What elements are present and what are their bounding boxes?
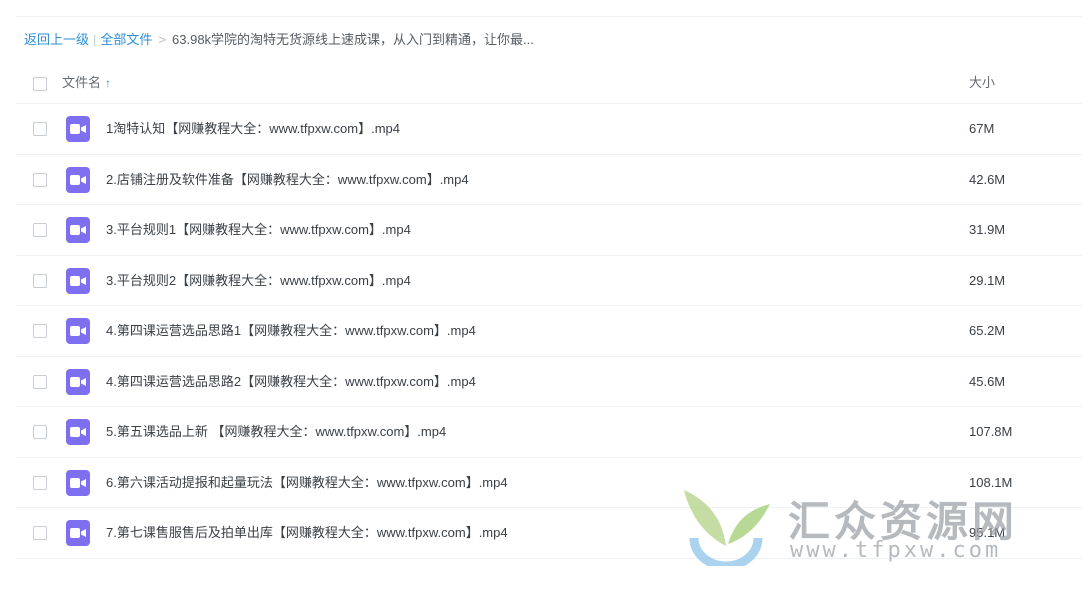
video-file-icon <box>66 520 90 546</box>
file-size: 108.1M <box>969 474 1013 490</box>
file-name[interactable]: 3.平台规则2【网赚教程大全：www.tfpxw.com】.mp4 <box>106 272 411 290</box>
file-size: 65.2M <box>969 323 1006 338</box>
file-browser: 返回上一级 | 全部文件 >63.98k学院的淘特无货源线上速成课，从入门到精通，让你… <box>4 0 1082 610</box>
file-size: 95.1M <box>969 525 1006 540</box>
video-file-icon <box>66 217 90 243</box>
all-files-link[interactable]: 全部文件 <box>100 32 152 47</box>
file-size: 107.8M <box>969 424 1013 439</box>
column-header-name-label: 文件名 <box>62 75 102 90</box>
table-row[interactable]: 5.第五课选品上新 【网赚教程大全：www.tfpxw.com】.mp4 107… <box>16 407 1082 458</box>
video-file-icon <box>66 116 90 142</box>
file-size: 29.1M <box>969 272 1006 288</box>
video-file-icon <box>66 419 90 445</box>
row-checkbox[interactable] <box>33 223 47 237</box>
current-folder: 63.98k学院的淘特无货源线上速成课，从入门到精通，让你最... <box>172 32 534 47</box>
row-checkbox[interactable] <box>33 324 47 338</box>
file-name[interactable]: 7.第七课售服售后及拍单出库【网赚教程大全：www.tfpxw.com】.mp4 <box>106 524 508 542</box>
row-checkbox[interactable] <box>33 425 47 439</box>
file-size: 31.9M <box>969 222 1006 237</box>
file-size: 42.6M <box>969 171 1006 187</box>
row-checkbox[interactable] <box>33 475 47 490</box>
file-name[interactable]: 2.店铺注册及软件准备【网赚教程大全：www.tfpxw.com】.mp4 <box>106 171 469 189</box>
table-row[interactable]: 4.第四课运营选品思路1【网赚教程大全：www.tfpxw.com】.mp4 6… <box>16 306 1082 357</box>
video-file-icon <box>66 318 90 344</box>
table-row[interactable]: 2.店铺注册及软件准备【网赚教程大全：www.tfpxw.com】.mp4 42… <box>16 155 1082 205</box>
file-name[interactable]: 5.第五课选品上新 【网赚教程大全：www.tfpxw.com】.mp4 <box>106 423 446 441</box>
file-size: 45.6M <box>969 373 1006 389</box>
column-header-name[interactable]: 文件名 ↑ <box>62 74 111 92</box>
table-header: 文件名 ↑ 大小 <box>16 58 1082 104</box>
row-checkbox[interactable] <box>33 374 47 389</box>
row-checkbox[interactable] <box>33 526 47 540</box>
file-name[interactable]: 1淘特认知【网赚教程大全：www.tfpxw.com】.mp4 <box>106 120 400 138</box>
video-file-icon <box>66 368 90 395</box>
top-divider <box>16 16 1082 17</box>
table-row[interactable]: 3.平台规则1【网赚教程大全：www.tfpxw.com】.mp4 31.9M <box>16 205 1082 256</box>
table-row[interactable]: 3.平台规则2【网赚教程大全：www.tfpxw.com】.mp4 29.1M <box>16 256 1082 306</box>
file-size: 67M <box>969 121 995 136</box>
select-all-checkbox[interactable] <box>33 77 47 91</box>
row-checkbox[interactable] <box>33 172 47 187</box>
file-name[interactable]: 3.平台规则1【网赚教程大全：www.tfpxw.com】.mp4 <box>106 221 411 239</box>
back-link[interactable]: 返回上一级 <box>24 32 89 47</box>
table-row[interactable]: 6.第六课活动提报和起量玩法【网赚教程大全：www.tfpxw.com】.mp4… <box>16 458 1082 508</box>
video-file-icon <box>66 267 90 294</box>
breadcrumb-separator: | <box>93 32 97 47</box>
row-checkbox[interactable] <box>33 122 47 136</box>
video-file-icon <box>66 166 90 193</box>
file-list: 文件名 ↑ 大小 1淘特认知【网赚教程大全：www.tfpxw.com】.mp4 … <box>16 58 1082 559</box>
table-row[interactable]: 1淘特认知【网赚教程大全：www.tfpxw.com】.mp4 67M <box>16 104 1082 155</box>
breadcrumb: 返回上一级 | 全部文件 >63.98k学院的淘特无货源线上速成课，从入门到精通，让你… <box>24 31 534 49</box>
video-file-icon <box>66 469 90 496</box>
sort-arrow-up-icon[interactable]: ↑ <box>105 74 111 92</box>
file-name[interactable]: 6.第六课活动提报和起量玩法【网赚教程大全：www.tfpxw.com】.mp4 <box>106 474 508 492</box>
chevron-right-icon: > <box>158 32 167 47</box>
file-name[interactable]: 4.第四课运营选品思路2【网赚教程大全：www.tfpxw.com】.mp4 <box>106 373 476 391</box>
file-name[interactable]: 4.第四课运营选品思路1【网赚教程大全：www.tfpxw.com】.mp4 <box>106 322 476 340</box>
column-header-size[interactable]: 大小 <box>969 74 995 92</box>
table-row[interactable]: 4.第四课运营选品思路2【网赚教程大全：www.tfpxw.com】.mp4 4… <box>16 357 1082 407</box>
table-row[interactable]: 7.第七课售服售后及拍单出库【网赚教程大全：www.tfpxw.com】.mp4… <box>16 508 1082 559</box>
row-checkbox[interactable] <box>33 273 47 288</box>
